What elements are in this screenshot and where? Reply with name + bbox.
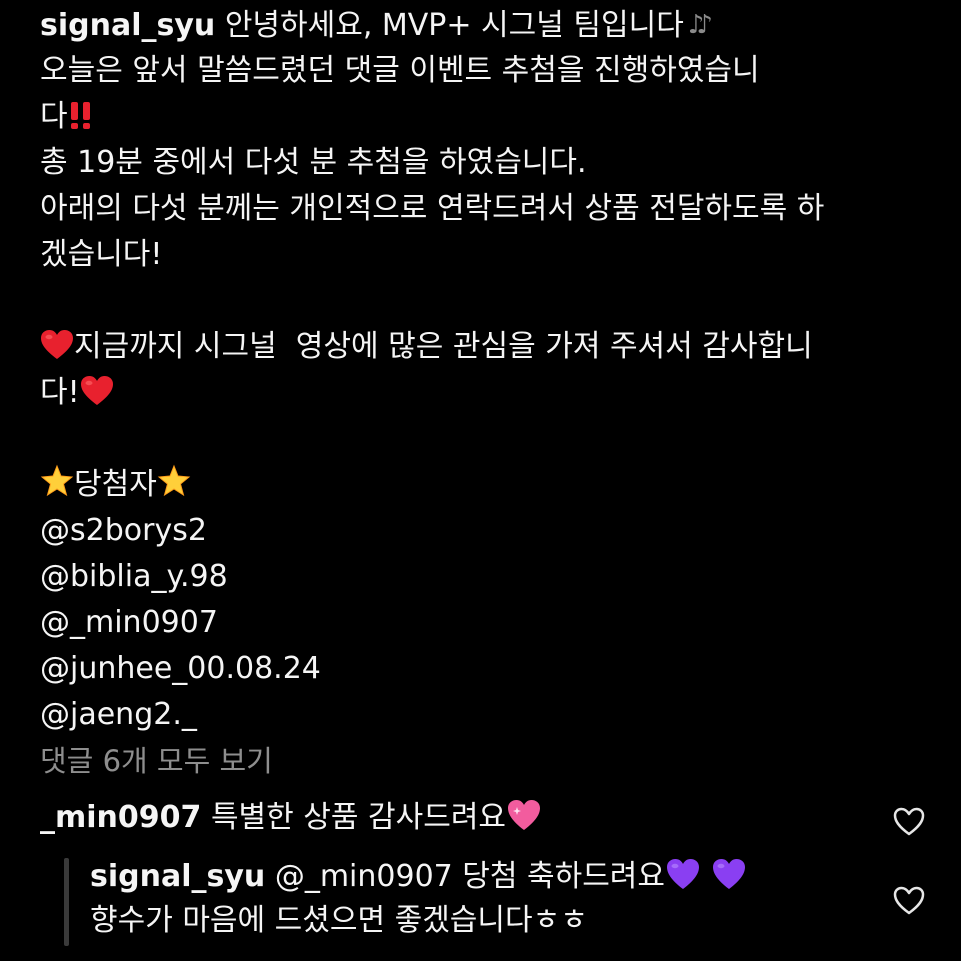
caption-line-3: 다 [40, 94, 940, 140]
caption-line-7: 지금까지 시그널 영상에 많은 관심을 가져 주셔서 감사합니 [40, 324, 940, 370]
winners-title-line: 당첨자 [40, 462, 940, 508]
post-username[interactable]: signal_syu [40, 8, 215, 43]
reply-thread-line [64, 858, 69, 946]
caption-text-3: 다 [40, 99, 68, 134]
winner-mention[interactable]: @s2borys2 [40, 508, 940, 554]
view-all-comments-link[interactable]: 댓글 6개 모두 보기 [40, 738, 273, 780]
winner-mention[interactable]: @biblia_y.98 [40, 554, 940, 600]
music-notes-icon: ♪♪ [687, 10, 713, 40]
caption-text-8: 다! [40, 375, 80, 410]
glowing-star-icon [157, 464, 191, 512]
post-caption: signal_syu 안녕하세요, MVP+ 시그널 팀입니다 ♪♪ 오늘은 앞서… [40, 2, 940, 738]
reply-like-heart-icon[interactable] [892, 885, 926, 917]
caption-text-7: 지금까지 시그널 영상에 많은 관심을 가져 주셔서 감사합니 [74, 329, 813, 364]
purple-heart-icon [665, 858, 701, 903]
caption-text-1: 안녕하세요, MVP+ 시그널 팀입니다 [215, 8, 684, 43]
winners-title: 당첨자 [74, 467, 157, 502]
comment-username[interactable]: _min0907 [40, 800, 201, 835]
winner-mention[interactable]: @_min0907 [40, 600, 940, 646]
comment-text: 특별한 상품 감사드려요 [201, 800, 507, 835]
reply-line-1: signal_syu @_min0907 당첨 축하드려요 [90, 855, 747, 899]
comment: _min0907 특별한 상품 감사드려요 [40, 795, 542, 845]
caption-line-2: 오늘은 앞서 말씀드렸던 댓글 이벤트 추첨을 진행하였습니 [40, 53, 760, 88]
caption-line-8: 다! [40, 370, 940, 416]
winner-mention[interactable]: @jaeng2._ [40, 692, 940, 738]
comment-like-heart-icon[interactable] [892, 806, 926, 838]
caption-line-6: 겠습니다! [40, 237, 163, 272]
reply-text-1: @_min0907 당첨 축하드려요 [265, 859, 666, 894]
double-exclamation-icon [68, 98, 94, 144]
reply-line-2: 향수가 마음에 드셨으면 좋겠습니다ㅎㅎ [90, 903, 588, 938]
purple-heart-icon [711, 858, 747, 903]
caption-line-4: 총 19분 중에서 다섯 분 추첨을 하였습니다. [40, 145, 587, 180]
caption-line-5: 아래의 다섯 분께는 개인적으로 연락드려서 상품 전달하도록 하 [40, 191, 825, 226]
reply-username[interactable]: signal_syu [90, 859, 265, 894]
red-heart-icon [80, 374, 114, 420]
caption-line-1: signal_syu 안녕하세요, MVP+ 시그널 팀입니다 ♪♪ [40, 2, 940, 48]
sparkling-heart-icon [506, 799, 542, 845]
reply: signal_syu @_min0907 당첨 축하드려요 향수가 마음에 드셨… [90, 855, 747, 943]
glowing-star-icon [40, 464, 74, 512]
winner-mention[interactable]: @junhee_00.08.24 [40, 646, 940, 692]
red-heart-icon [40, 328, 74, 374]
